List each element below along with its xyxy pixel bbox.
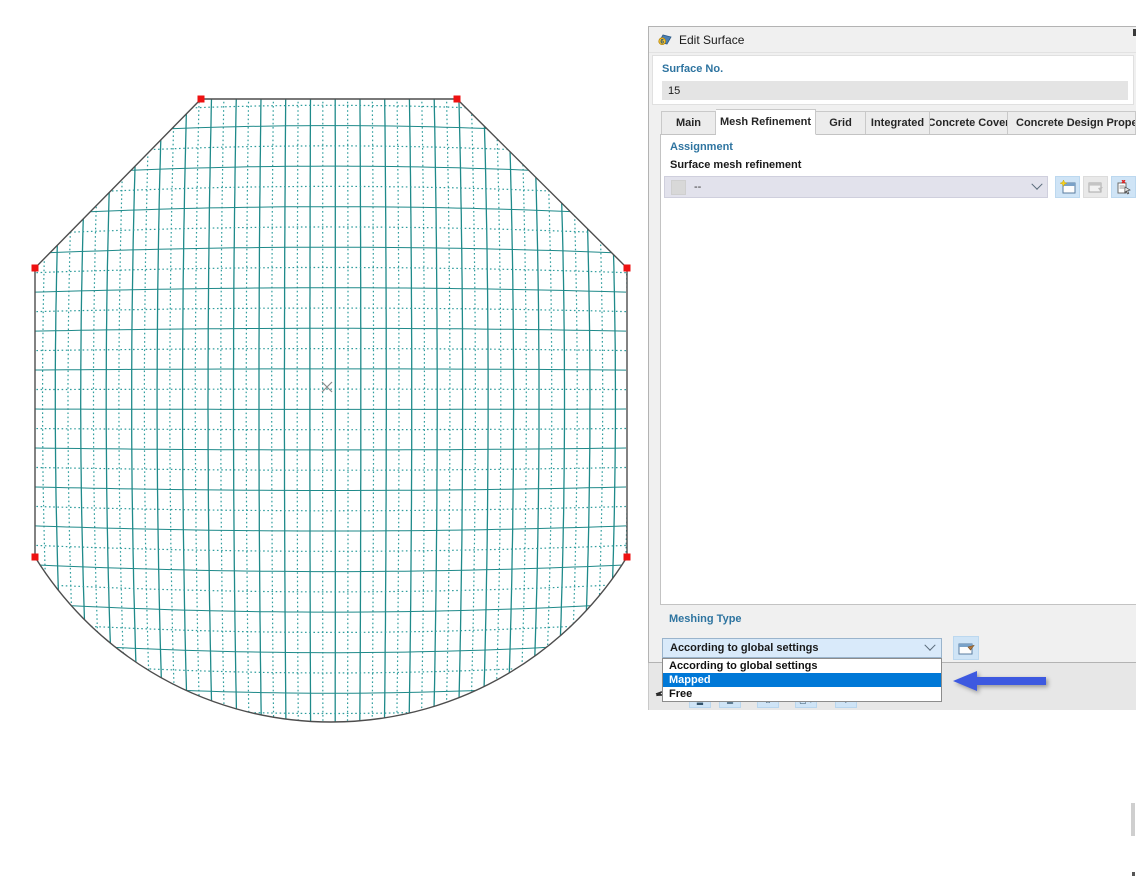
surface-icon: 6 [658,33,672,46]
combo-value: According to global settings [670,642,926,654]
option-according-to-global-settings[interactable]: According to global settings [663,659,941,673]
annotation-arrow-left-icon [952,670,1048,692]
new-refinement-button[interactable] [1055,176,1080,198]
meshing-settings-button[interactable] [953,636,979,660]
edit-settings-icon [958,641,975,656]
chevron-down-icon [1031,179,1042,190]
option-free[interactable]: Free [663,687,941,701]
delete-icon [1116,180,1132,195]
tab-bar: Main Mesh Refinement Grid Integrated Con… [661,109,1136,135]
tab-label: Concrete Design Proper [1016,117,1136,129]
tab-integrated[interactable]: Integrated [866,111,930,135]
tab-grid[interactable]: Grid [816,111,866,135]
tab-main[interactable]: Main [661,111,716,135]
tab-concrete-design-properties[interactable]: Concrete Design Proper [1008,111,1136,135]
chevron-down-icon [924,640,935,651]
assignment-header: Assignment [670,141,733,153]
surface-mesh-refinement-combobox[interactable]: -- [664,176,1048,198]
tab-label: Grid [829,117,852,129]
tab-label: Concrete Cover [930,117,1008,129]
dialog-titlebar[interactable]: 6 Edit Surface [649,27,1136,53]
color-swatch [671,180,686,195]
delete-refinement-button[interactable] [1111,176,1136,198]
scrollbar-artifact [1131,803,1135,836]
meshing-type-dropdown-list: According to global settings Mapped Free [662,658,942,702]
option-label: Free [669,688,692,700]
combo-value: -- [694,181,1025,193]
option-mapped[interactable]: Mapped [663,673,941,687]
tab-concrete-cover[interactable]: Concrete Cover [930,111,1008,135]
option-label: Mapped [669,674,711,686]
edit-window-icon-disabled [1088,181,1104,194]
edit-surface-dialog: 6 Edit Surface Surface No. 15 Main Mesh … [648,26,1136,663]
surface-no-input[interactable]: 15 [662,81,1128,100]
surface-mesh-refinement-label: Surface mesh refinement [670,159,801,171]
surface-no-group: Surface No. 15 [652,55,1134,105]
meshing-type-combobox[interactable]: According to global settings [662,638,942,658]
new-window-icon [1060,180,1076,194]
surface-no-value: 15 [668,85,680,97]
tab-label: Integrated [871,117,924,129]
edit-refinement-button[interactable] [1083,176,1108,198]
option-label: According to global settings [669,660,818,672]
mesh-viewport[interactable] [0,0,660,760]
mesh-refinement-tab-panel: Assignment Surface mesh refinement -- [660,134,1136,605]
svg-text:6: 6 [660,39,664,46]
tab-mesh-refinement[interactable]: Mesh Refinement [716,109,816,135]
tab-label: Mesh Refinement [720,116,811,128]
tab-label: Main [676,117,701,129]
surface-no-label: Surface No. [662,63,723,75]
meshing-type-header: Meshing Type [669,613,742,625]
edge-dot-artifact [1132,872,1135,876]
dialog-title: Edit Surface [679,33,744,47]
